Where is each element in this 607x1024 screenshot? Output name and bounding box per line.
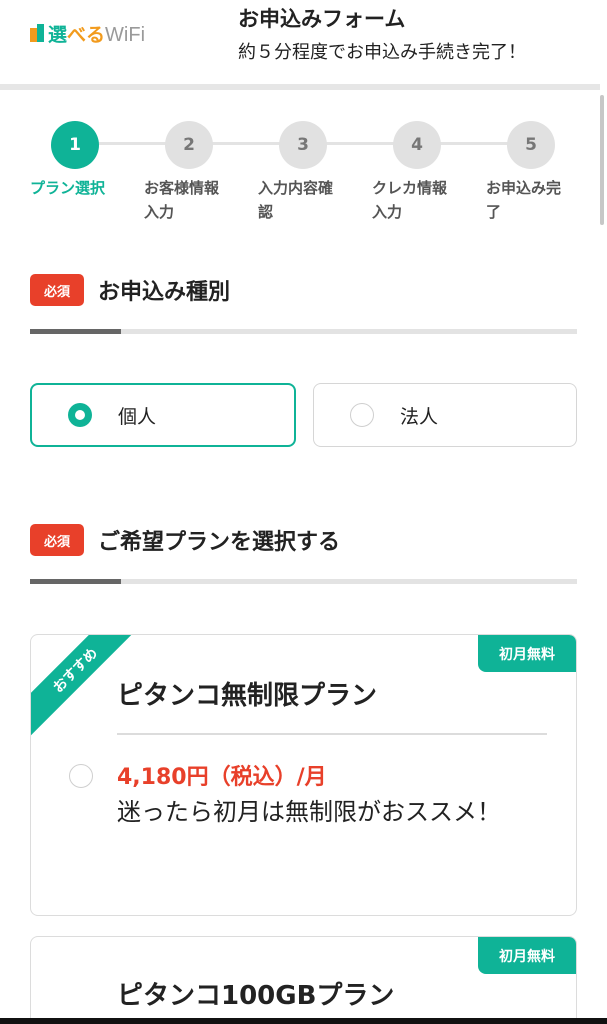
logo-mark-icon <box>30 24 44 42</box>
section-application-type: 必須 お申込み種別 <box>30 273 230 307</box>
required-badge: 必須 <box>30 524 84 556</box>
scrollbar-thumb[interactable] <box>600 95 604 225</box>
option-label: 個人 <box>118 405 157 428</box>
plan-card-100gb[interactable]: 初月無料 ピタンコ100GBプラン <box>30 936 577 1024</box>
header-divider <box>0 84 600 90</box>
plan-price: 4,180円（税込）/月 <box>117 765 327 790</box>
plan-divider <box>117 733 547 735</box>
plan-description: 迷ったら初月は無制限がおススメ！ <box>117 798 501 826</box>
step-4-label: クレカ情報入力 <box>372 179 448 221</box>
section-title: お申込み種別 <box>98 280 231 305</box>
section-plan-select: 必須 ご希望プランを選択する <box>30 523 340 557</box>
step-4-circle: 4 <box>393 121 441 169</box>
step-3-circle: 3 <box>279 121 327 169</box>
radio-unchecked-icon[interactable] <box>350 403 374 427</box>
section-divider <box>30 329 577 334</box>
step-3-label: 入力内容確認 <box>258 179 334 221</box>
first-month-free-badge: 初月無料 <box>478 635 576 672</box>
section-title: ご希望プランを選択する <box>98 530 341 555</box>
step-5-circle: 5 <box>507 121 555 169</box>
step-2-circle: 2 <box>165 121 213 169</box>
step-1-circle: 1 <box>51 121 99 169</box>
option-individual[interactable]: 個人 <box>30 383 296 447</box>
logo-text-part-3: WiFi <box>105 23 146 46</box>
plan-radio-icon[interactable] <box>69 764 93 788</box>
header: 選べるWiFi お申込みフォーム 約５分程度でお申込み手続き完了！ <box>0 0 607 86</box>
required-badge: 必須 <box>30 274 84 306</box>
plan-name: ピタンコ100GBプラン <box>117 981 395 1011</box>
plan-card-unlimited[interactable]: おすすめ 初月無料 ピタンコ無制限プラン 4,180円（税込）/月 迷ったら初月… <box>30 634 577 916</box>
logo-text-part-1: 選 <box>48 23 68 46</box>
step-2-label: お客様情報入力 <box>144 179 220 221</box>
logo[interactable]: 選べるWiFi <box>30 20 145 46</box>
step-1-label: プラン選択 <box>30 179 106 197</box>
page-subtitle: 約５分程度でお申込み手続き完了！ <box>238 42 526 63</box>
bottom-edge <box>0 1018 607 1024</box>
logo-text: 選べるWiFi <box>48 20 145 47</box>
logo-text-part-2: べる <box>67 23 106 46</box>
radio-checked-icon[interactable] <box>68 403 92 427</box>
section-divider <box>30 579 577 584</box>
first-month-free-badge: 初月無料 <box>478 937 576 974</box>
plan-name: ピタンコ無制限プラン <box>117 681 378 711</box>
step-5-label: お申込み完了 <box>486 179 562 221</box>
page-title: お申込みフォーム <box>238 7 406 31</box>
option-label: 法人 <box>400 405 439 428</box>
option-corporate[interactable]: 法人 <box>313 383 577 447</box>
